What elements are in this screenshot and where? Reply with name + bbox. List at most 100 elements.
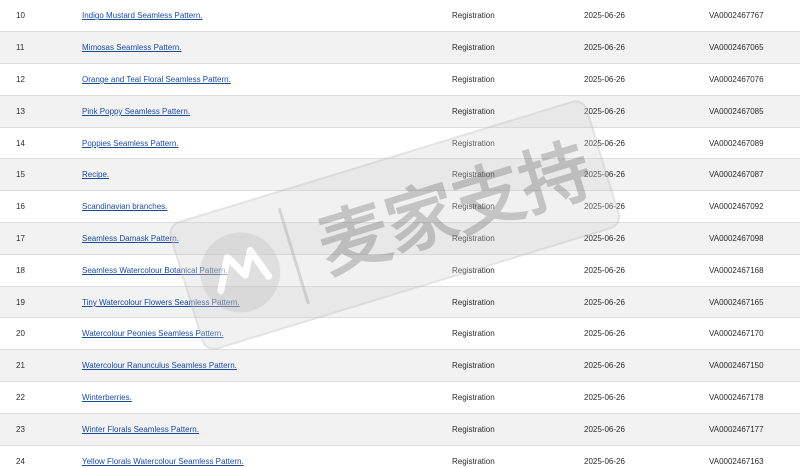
- records-table-body: 10 Indigo Mustard Seamless Pattern. Regist…: [0, 0, 800, 468]
- title-link[interactable]: Tiny Watercolour Flowers Seamless Patter…: [82, 298, 240, 307]
- registration-number: VA0002467165: [709, 286, 800, 319]
- registration-number: VA0002467085: [709, 95, 800, 128]
- registration-number: VA0002467767: [709, 0, 800, 33]
- table-row: 20 Watercolour Peonies Seamless Pattern. R…: [0, 317, 800, 351]
- records-page: 10 Indigo Mustard Seamless Pattern. Regist…: [0, 0, 800, 468]
- title-link[interactable]: Yellow Florals Watercolour Seamless Patt…: [82, 457, 244, 466]
- record-type: Registration: [452, 63, 584, 96]
- record-type: Registration: [452, 158, 584, 192]
- record-type: Registration: [452, 349, 584, 383]
- registration-number: VA0002467163: [709, 445, 800, 468]
- title-cell: Scandinavian branches.: [82, 190, 452, 224]
- registration-number: VA0002467076: [709, 63, 800, 96]
- registration-number: VA0002467089: [709, 127, 800, 160]
- row-number: 22: [0, 381, 82, 414]
- registration-number: VA0002467087: [709, 158, 800, 192]
- table-row: 19 Tiny Watercolour Flowers Seamless Patt…: [0, 286, 800, 319]
- title-link[interactable]: Winter Florals Seamless Pattern.: [82, 425, 199, 434]
- record-type: Registration: [452, 413, 584, 446]
- registration-number: VA0002467065: [709, 31, 800, 65]
- table-row: 14 Poppies Seamless Pattern. Registration 2…: [0, 127, 800, 160]
- row-number: 13: [0, 95, 82, 128]
- title-link[interactable]: Indigo Mustard Seamless Pattern.: [82, 11, 203, 20]
- title-cell: Indigo Mustard Seamless Pattern.: [82, 0, 452, 33]
- row-number: 14: [0, 127, 82, 160]
- table-row: 13 Pink Poppy Seamless Pattern. Registrati…: [0, 95, 800, 128]
- table-row: 15 Recipe. Registration 2025-06-26 VA0002467…: [0, 158, 800, 192]
- title-cell: Watercolour Ranunculus Seamless Pattern.: [82, 349, 452, 383]
- table-row: 22 Winterberries. Registration 2025-06-26 VA…: [0, 381, 800, 414]
- title-cell: Tiny Watercolour Flowers Seamless Patter…: [82, 286, 452, 319]
- title-cell: Recipe.: [82, 158, 452, 192]
- record-date: 2025-06-26: [584, 381, 709, 414]
- registration-number: VA0002467168: [709, 254, 800, 287]
- record-type: Registration: [452, 445, 584, 468]
- table-row: 10 Indigo Mustard Seamless Pattern. Regist…: [0, 0, 800, 33]
- row-number: 12: [0, 63, 82, 96]
- registration-number: VA0002467178: [709, 381, 800, 414]
- record-type: Registration: [452, 317, 584, 351]
- record-date: 2025-06-26: [584, 0, 709, 33]
- row-number: 24: [0, 445, 82, 468]
- record-date: 2025-06-26: [584, 254, 709, 287]
- title-cell: Pink Poppy Seamless Pattern.: [82, 95, 452, 128]
- registration-number: VA0002467150: [709, 349, 800, 383]
- record-type: Registration: [452, 95, 584, 128]
- record-date: 2025-06-26: [584, 286, 709, 319]
- title-cell: Winterberries.: [82, 381, 452, 414]
- row-number: 20: [0, 317, 82, 351]
- table-row: 23 Winter Florals Seamless Pattern. Regist…: [0, 413, 800, 446]
- title-link[interactable]: Watercolour Ranunculus Seamless Pattern.: [82, 361, 237, 370]
- registration-number: VA0002467092: [709, 190, 800, 224]
- record-date: 2025-06-26: [584, 445, 709, 468]
- title-link[interactable]: Recipe.: [82, 170, 109, 179]
- title-link[interactable]: Scandinavian branches.: [82, 202, 167, 211]
- table-row: 21 Watercolour Ranunculus Seamless Patter…: [0, 349, 800, 383]
- record-date: 2025-06-26: [584, 158, 709, 192]
- record-date: 2025-06-26: [584, 222, 709, 255]
- records-table: 10 Indigo Mustard Seamless Pattern. Regist…: [0, 0, 800, 468]
- title-link[interactable]: Winterberries.: [82, 393, 132, 402]
- row-number: 11: [0, 31, 82, 65]
- record-type: Registration: [452, 381, 584, 414]
- record-type: Registration: [452, 222, 584, 255]
- registration-number: VA0002467177: [709, 413, 800, 446]
- table-row: 12 Orange and Teal Floral Seamless Patter…: [0, 63, 800, 96]
- title-link[interactable]: Seamless Watercolour Botanical Pattern.: [82, 266, 228, 275]
- record-date: 2025-06-26: [584, 31, 709, 65]
- title-cell: Watercolour Peonies Seamless Pattern.: [82, 317, 452, 351]
- record-type: Registration: [452, 190, 584, 224]
- record-type: Registration: [452, 31, 584, 65]
- row-number: 15: [0, 158, 82, 192]
- row-number: 23: [0, 413, 82, 446]
- title-link[interactable]: Pink Poppy Seamless Pattern.: [82, 107, 190, 116]
- title-cell: Yellow Florals Watercolour Seamless Patt…: [82, 445, 452, 468]
- record-type: Registration: [452, 0, 584, 33]
- record-date: 2025-06-26: [584, 190, 709, 224]
- table-row: 18 Seamless Watercolour Botanical Pattern…: [0, 254, 800, 287]
- title-link[interactable]: Watercolour Peonies Seamless Pattern.: [82, 329, 224, 338]
- title-link[interactable]: Seamless Damask Pattern.: [82, 234, 179, 243]
- title-cell: Orange and Teal Floral Seamless Pattern.: [82, 63, 452, 96]
- title-cell: Seamless Damask Pattern.: [82, 222, 452, 255]
- row-number: 19: [0, 286, 82, 319]
- title-cell: Winter Florals Seamless Pattern.: [82, 413, 452, 446]
- row-number: 10: [0, 0, 82, 33]
- title-link[interactable]: Mimosas Seamless Pattern.: [82, 43, 182, 52]
- title-cell: Mimosas Seamless Pattern.: [82, 31, 452, 65]
- record-type: Registration: [452, 286, 584, 319]
- record-date: 2025-06-26: [584, 349, 709, 383]
- record-date: 2025-06-26: [584, 317, 709, 351]
- record-type: Registration: [452, 254, 584, 287]
- title-link[interactable]: Orange and Teal Floral Seamless Pattern.: [82, 75, 231, 84]
- row-number: 21: [0, 349, 82, 383]
- row-number: 17: [0, 222, 82, 255]
- record-date: 2025-06-26: [584, 413, 709, 446]
- table-row: 16 Scandinavian branches. Registration 2025…: [0, 190, 800, 224]
- record-date: 2025-06-26: [584, 127, 709, 160]
- record-type: Registration: [452, 127, 584, 160]
- title-cell: Poppies Seamless Pattern.: [82, 127, 452, 160]
- record-date: 2025-06-26: [584, 63, 709, 96]
- title-link[interactable]: Poppies Seamless Pattern.: [82, 139, 179, 148]
- title-cell: Seamless Watercolour Botanical Pattern.: [82, 254, 452, 287]
